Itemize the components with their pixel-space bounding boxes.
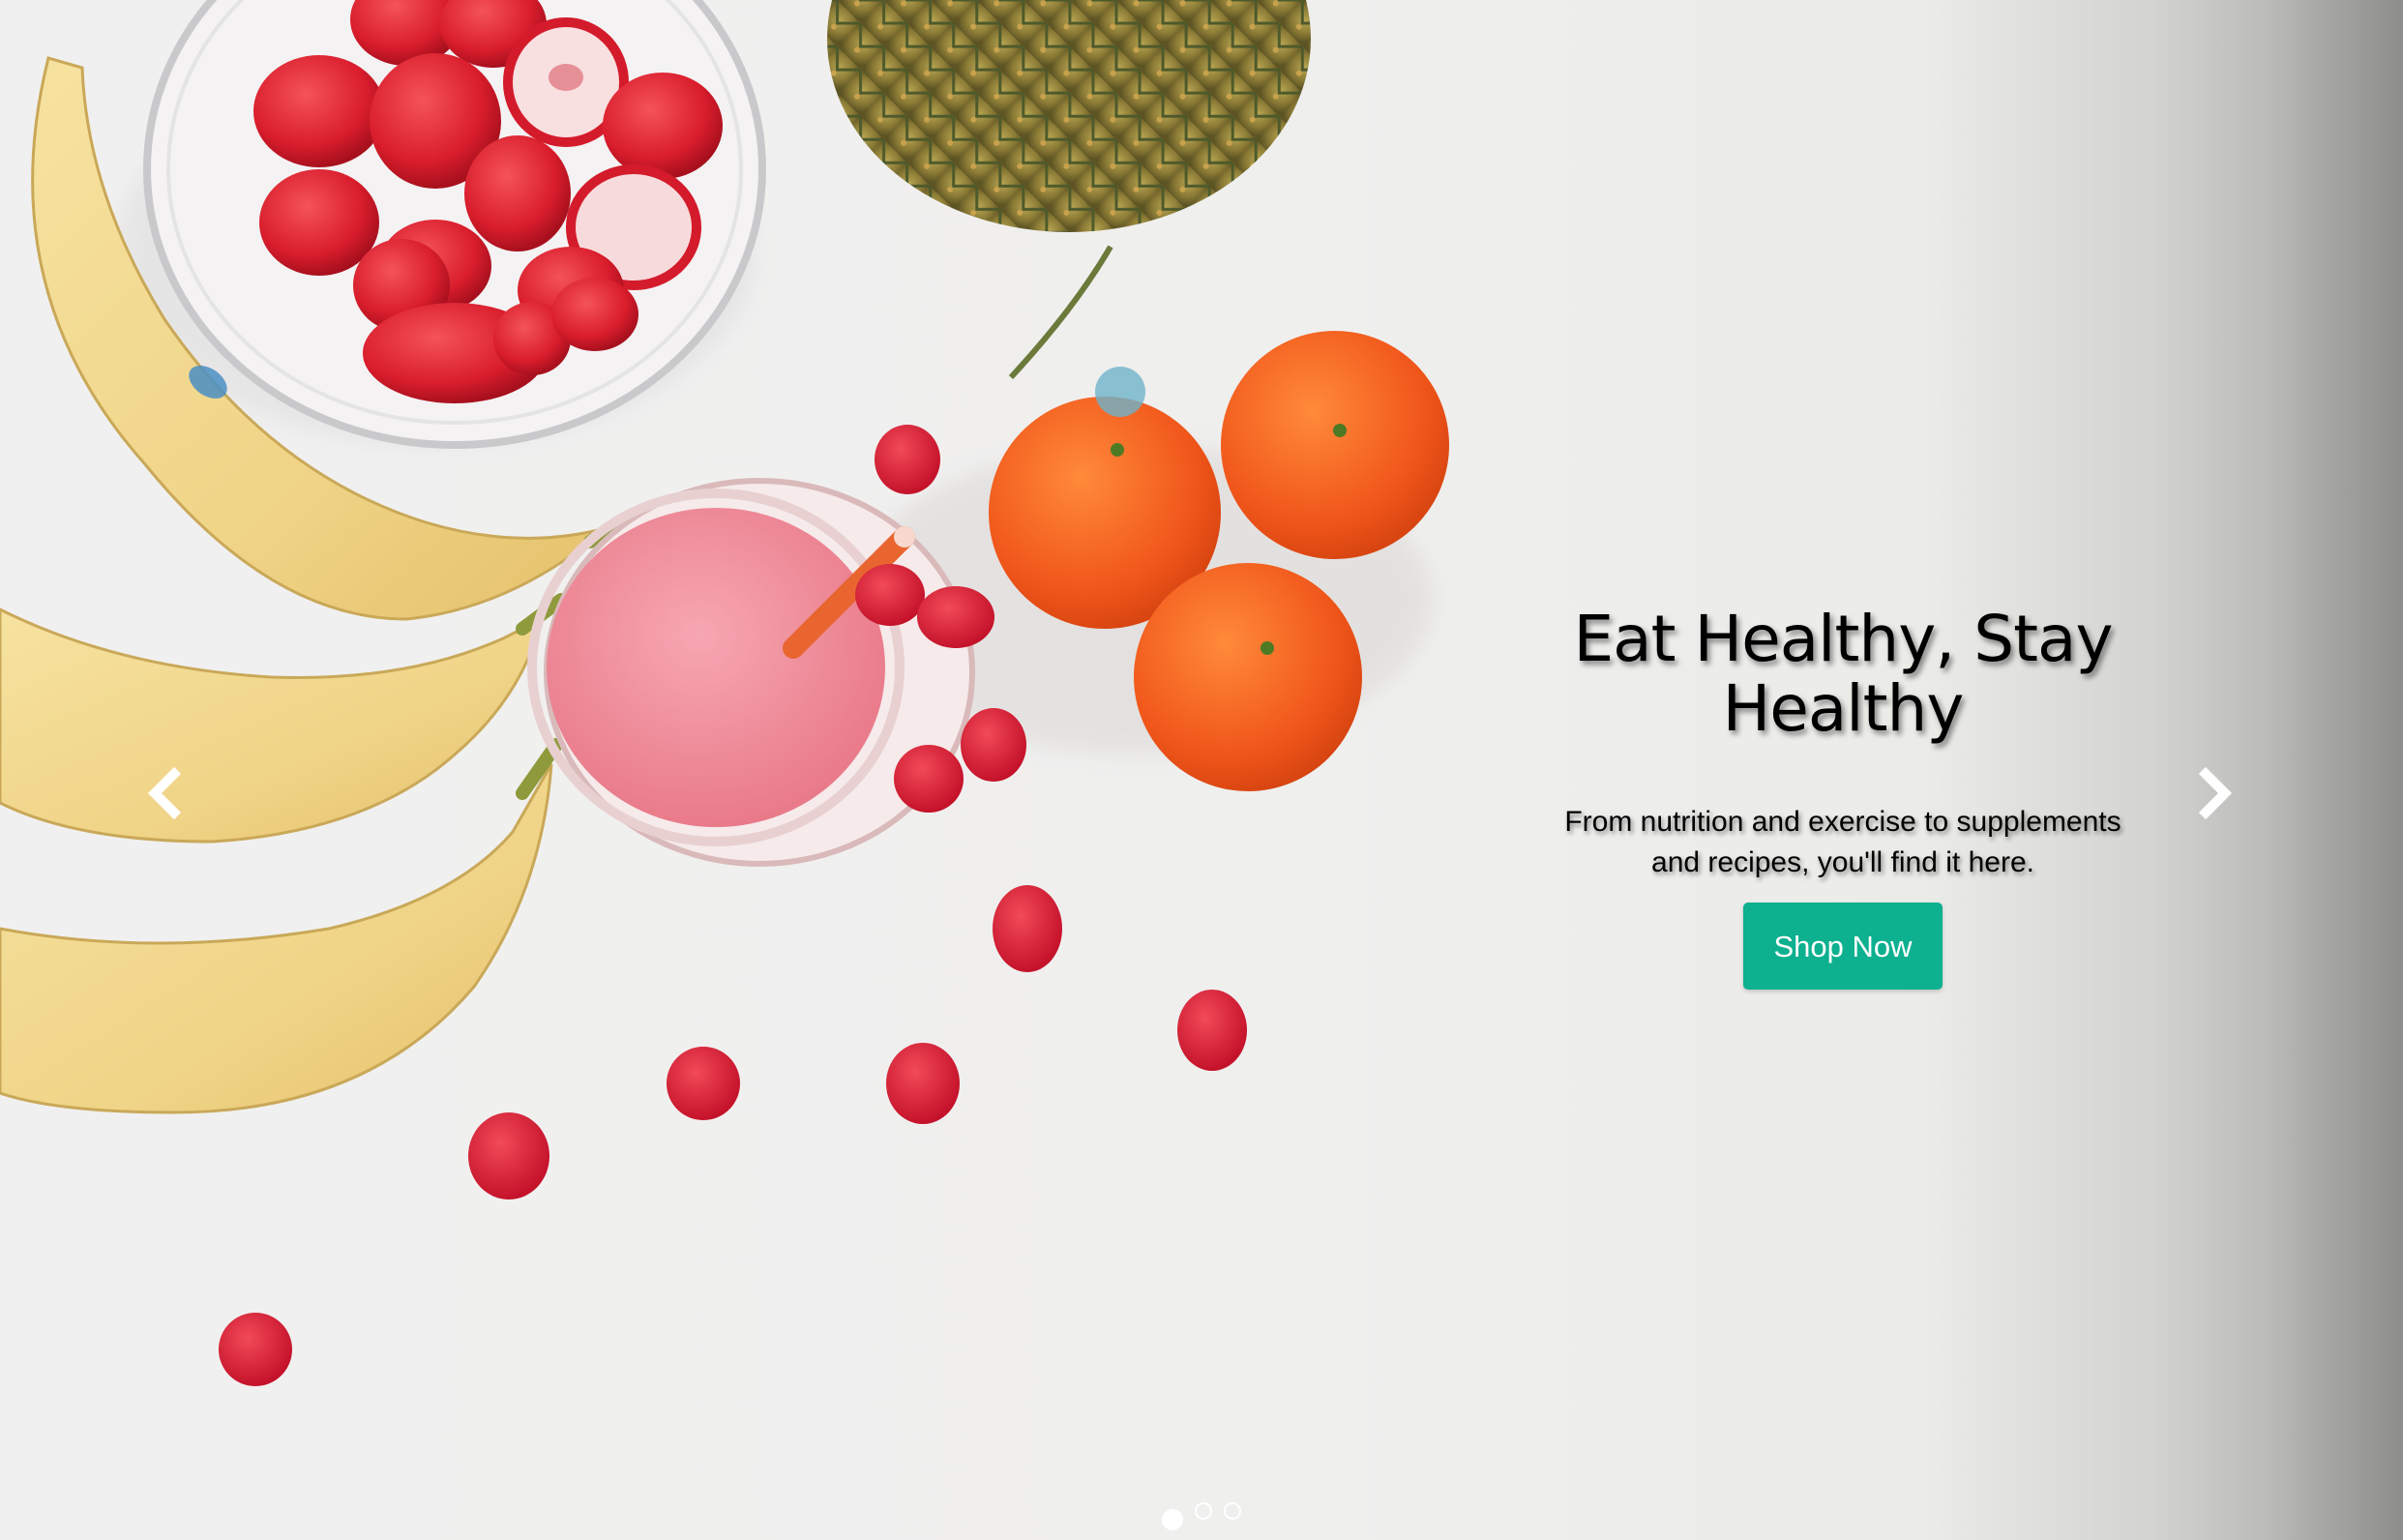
carousel-next-button[interactable] [2177,755,2254,832]
carousel-indicator-3[interactable] [1224,1502,1241,1520]
hero-title: Eat Healthy, Stay Healthy [1573,602,2113,746]
shop-now-button[interactable]: Shop Now [1743,903,1943,990]
hero-subtitle: From nutrition and exercise to supplemen… [1564,806,2121,878]
chevron-left-icon [147,766,182,820]
carousel-indicators [0,1502,2403,1530]
hero-carousel: Eat Healthy, Stay Healthy From nutrition… [0,0,2403,1540]
carousel-indicator-2[interactable] [1195,1502,1212,1520]
hero-caption: Eat Healthy, Stay Healthy From nutrition… [1548,605,2138,990]
carousel-prev-button[interactable] [126,755,203,832]
chevron-right-icon [2198,766,2233,820]
carousel-indicator-1[interactable] [1162,1509,1183,1530]
